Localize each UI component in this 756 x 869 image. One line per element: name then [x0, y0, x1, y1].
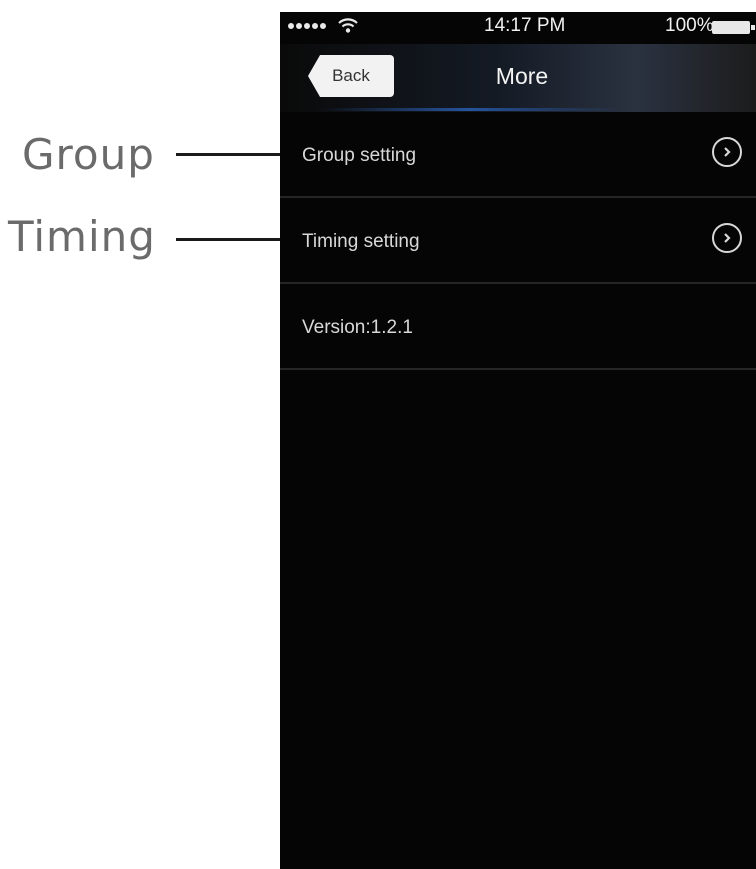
version-row: Version:1.2.1 — [280, 284, 756, 370]
menu-item-label: Timing setting — [302, 231, 420, 252]
status-time: 14:17 PM — [484, 15, 566, 36]
battery-tip — [751, 25, 755, 30]
version-text: Version:1.2.1 — [302, 317, 413, 338]
menu-item-group-setting[interactable]: Group setting — [280, 112, 756, 198]
menu-item-label: Group setting — [302, 145, 417, 166]
battery-icon — [712, 21, 750, 34]
menu-item-timing-setting[interactable]: Timing setting — [280, 198, 756, 284]
callout-group-label: Group — [22, 130, 155, 179]
battery-percentage: 100% — [665, 15, 714, 36]
callout-timing-label: Timing — [8, 212, 156, 261]
callout-timing-line — [176, 238, 288, 241]
status-bar: 14:17 PM 100% — [280, 12, 756, 44]
navbar-glow-line — [320, 108, 620, 111]
chevron-right-circle-icon[interactable] — [712, 137, 742, 167]
wifi-icon — [338, 18, 358, 33]
signal-strength-icon — [288, 23, 326, 29]
callout-group-line — [176, 153, 288, 156]
back-button[interactable]: Back — [308, 55, 394, 97]
phone-screen: 14:17 PM 100% Back More Group setting Ti… — [280, 12, 756, 869]
chevron-right-circle-icon[interactable] — [712, 223, 742, 253]
page-title: More — [495, 63, 549, 89]
